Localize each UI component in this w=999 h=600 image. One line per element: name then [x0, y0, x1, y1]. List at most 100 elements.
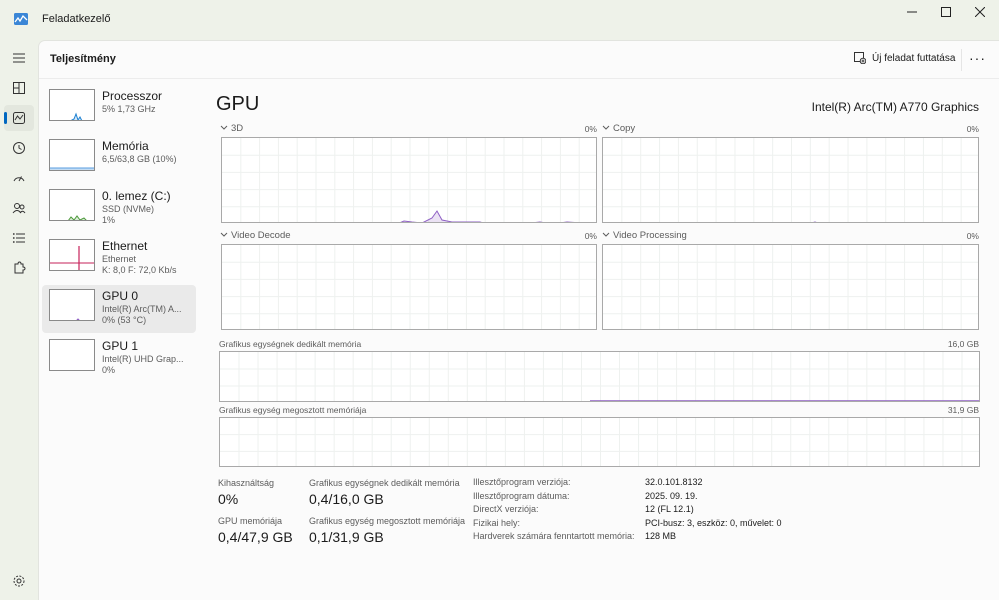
run-new-task-label: Új feladat futtatása	[872, 52, 956, 64]
dedicated-memory-max: 16,0 GB	[947, 339, 979, 349]
device-ethernet[interactable]: Ethernet Ethernet K: 8,0 F: 72,0 Kb/s	[42, 235, 196, 283]
dedicated-stat-label: Grafikus egységnek dedikált memória	[309, 478, 460, 488]
chevron-down-icon	[602, 232, 610, 237]
device-name: Processzor	[102, 89, 163, 103]
maximize-icon	[941, 7, 951, 17]
shared-memory-max: 31,9 GB	[947, 405, 979, 415]
driver-version-value: 32.0.101.8132	[645, 477, 703, 487]
reserved-memory-value: 128 MB	[645, 531, 677, 541]
device-gpu-1[interactable]: GPU 1 Intel(R) UHD Grap... 0%	[42, 335, 196, 383]
nav-processes[interactable]	[4, 75, 34, 101]
hamburger-icon	[13, 53, 25, 63]
device-detail: 5% 1,73 GHz	[102, 104, 156, 114]
device-cpu[interactable]: Processzor 5% 1,73 GHz	[42, 85, 196, 133]
shared-stat-label: Grafikus egység megosztott memóriája	[309, 516, 466, 526]
task-manager-icon	[14, 12, 28, 25]
nav-startup-apps[interactable]	[4, 165, 34, 191]
engine-graph-copy	[602, 137, 979, 223]
engine-percent: 0%	[584, 231, 597, 241]
main-panel: Teljesítmény Új feladat futtatása ··· Pr…	[38, 40, 999, 600]
nav-services[interactable]	[4, 255, 34, 281]
performance-icon	[13, 112, 25, 124]
engine-graph-video-decode	[221, 244, 597, 330]
startup-gauge-icon	[13, 176, 25, 182]
device-gpu-0[interactable]: GPU 0 Intel(R) Arc(TM) A... 0% (53 °C)	[42, 285, 196, 333]
device-detail-2: 1%	[102, 215, 116, 225]
dedicated-memory-label: Grafikus egységnek dedikált memória	[219, 339, 362, 349]
detail-title: GPU	[216, 93, 260, 115]
more-options-button[interactable]: ···	[969, 50, 986, 66]
directx-version-key: DirectX verziója:	[473, 504, 539, 514]
engine-percent: 0%	[584, 124, 597, 134]
engine-graph-3d	[221, 137, 597, 223]
device-detail: SSD (NVMe)	[102, 204, 155, 214]
device-name: 0. lemez (C:)	[102, 189, 171, 203]
graph-grid	[222, 245, 596, 329]
driver-date-key: Illesztőprogram dátuma:	[473, 491, 570, 501]
engine-percent: 0%	[966, 231, 979, 241]
header-divider	[961, 49, 962, 71]
device-name: GPU 1	[102, 339, 139, 353]
details-list-icon	[12, 233, 25, 243]
minimize-icon	[907, 11, 917, 13]
dedicated-memory-graph	[219, 351, 980, 402]
chevron-down-icon	[220, 232, 228, 237]
graph-grid	[603, 138, 978, 222]
close-button[interactable]	[963, 0, 997, 24]
nav-app-history[interactable]	[4, 135, 34, 161]
engine-selector-3d[interactable]: 3D	[220, 123, 243, 134]
gpu-model-name: Intel(R) Arc(TM) A770 Graphics	[811, 100, 979, 114]
processes-icon	[13, 82, 25, 94]
device-detail: Intel(R) Arc(TM) A...	[102, 304, 182, 314]
users-icon	[12, 203, 26, 214]
engine-name: Video Decode	[231, 230, 291, 241]
gpu1-thumbnail-graph	[49, 339, 95, 371]
gpu-memory-label: GPU memóriája	[218, 516, 283, 526]
page-title: Teljesítmény	[50, 53, 116, 65]
page-header: Teljesítmény Új feladat futtatása ···	[39, 41, 999, 79]
shared-memory-graph	[219, 417, 980, 467]
minimize-button[interactable]	[895, 0, 929, 24]
chevron-down-icon	[602, 125, 610, 130]
device-memory[interactable]: Memória 6,5/63,8 GB (10%)	[42, 135, 196, 183]
device-detail: Intel(R) UHD Grap...	[102, 354, 184, 364]
services-puzzle-icon	[14, 261, 26, 274]
shared-memory-label: Grafikus egység megosztott memóriája	[219, 405, 367, 415]
engine-selector-video-processing[interactable]: Video Processing	[602, 230, 687, 241]
nav-settings[interactable]	[4, 568, 34, 594]
memory-thumbnail-graph	[49, 139, 95, 171]
gpu0-thumbnail-graph	[49, 289, 95, 321]
engine-name: Video Processing	[613, 230, 687, 241]
device-detail-2: 0% (53 °C)	[102, 315, 147, 325]
reserved-memory-key: Hardverek számára fenntartott memória:	[473, 531, 635, 541]
physical-location-value: PCI-busz: 3, eszköz: 0, művelet: 0	[645, 518, 782, 528]
maximize-button[interactable]	[929, 0, 963, 24]
nav-performance[interactable]	[4, 105, 34, 131]
utilization-label: Kihasználtság	[218, 478, 275, 488]
ethernet-thumbnail-graph	[49, 239, 95, 271]
engine-graph-video-processing	[602, 244, 979, 330]
shared-stat-value: 0,1/31,9 GB	[309, 529, 384, 545]
usage-trace	[813, 221, 817, 222]
driver-date-value: 2025. 09. 19.	[645, 491, 698, 501]
device-detail-2: K: 8,0 F: 72,0 Kb/s	[102, 265, 177, 275]
device-disk[interactable]: 0. lemez (C:) SSD (NVMe) 1%	[42, 185, 196, 233]
directx-version-value: 12 (FL 12.1)	[645, 504, 694, 514]
engine-name: Copy	[613, 123, 636, 134]
device-name: Ethernet	[102, 239, 148, 253]
hamburger-menu-button[interactable]	[4, 45, 34, 71]
device-detail: Ethernet	[102, 254, 137, 264]
engine-selector-copy[interactable]: Copy	[602, 123, 635, 134]
nav-details[interactable]	[4, 225, 34, 251]
disk-thumbnail-graph	[49, 189, 95, 221]
graph-grid	[220, 418, 979, 466]
title-bar[interactable]: Feladatkezelő	[0, 0, 999, 40]
nav-users[interactable]	[4, 195, 34, 221]
run-new-task-button[interactable]: Új feladat futtatása	[854, 52, 955, 64]
engine-selector-video-decode[interactable]: Video Decode	[220, 230, 291, 241]
graph-grid	[220, 352, 979, 401]
dedicated-stat-value: 0,4/16,0 GB	[309, 491, 384, 507]
gpu-memory-value: 0,4/47,9 GB	[218, 529, 293, 545]
engine-name: 3D	[231, 123, 244, 134]
device-detail-2: 0%	[102, 365, 116, 375]
